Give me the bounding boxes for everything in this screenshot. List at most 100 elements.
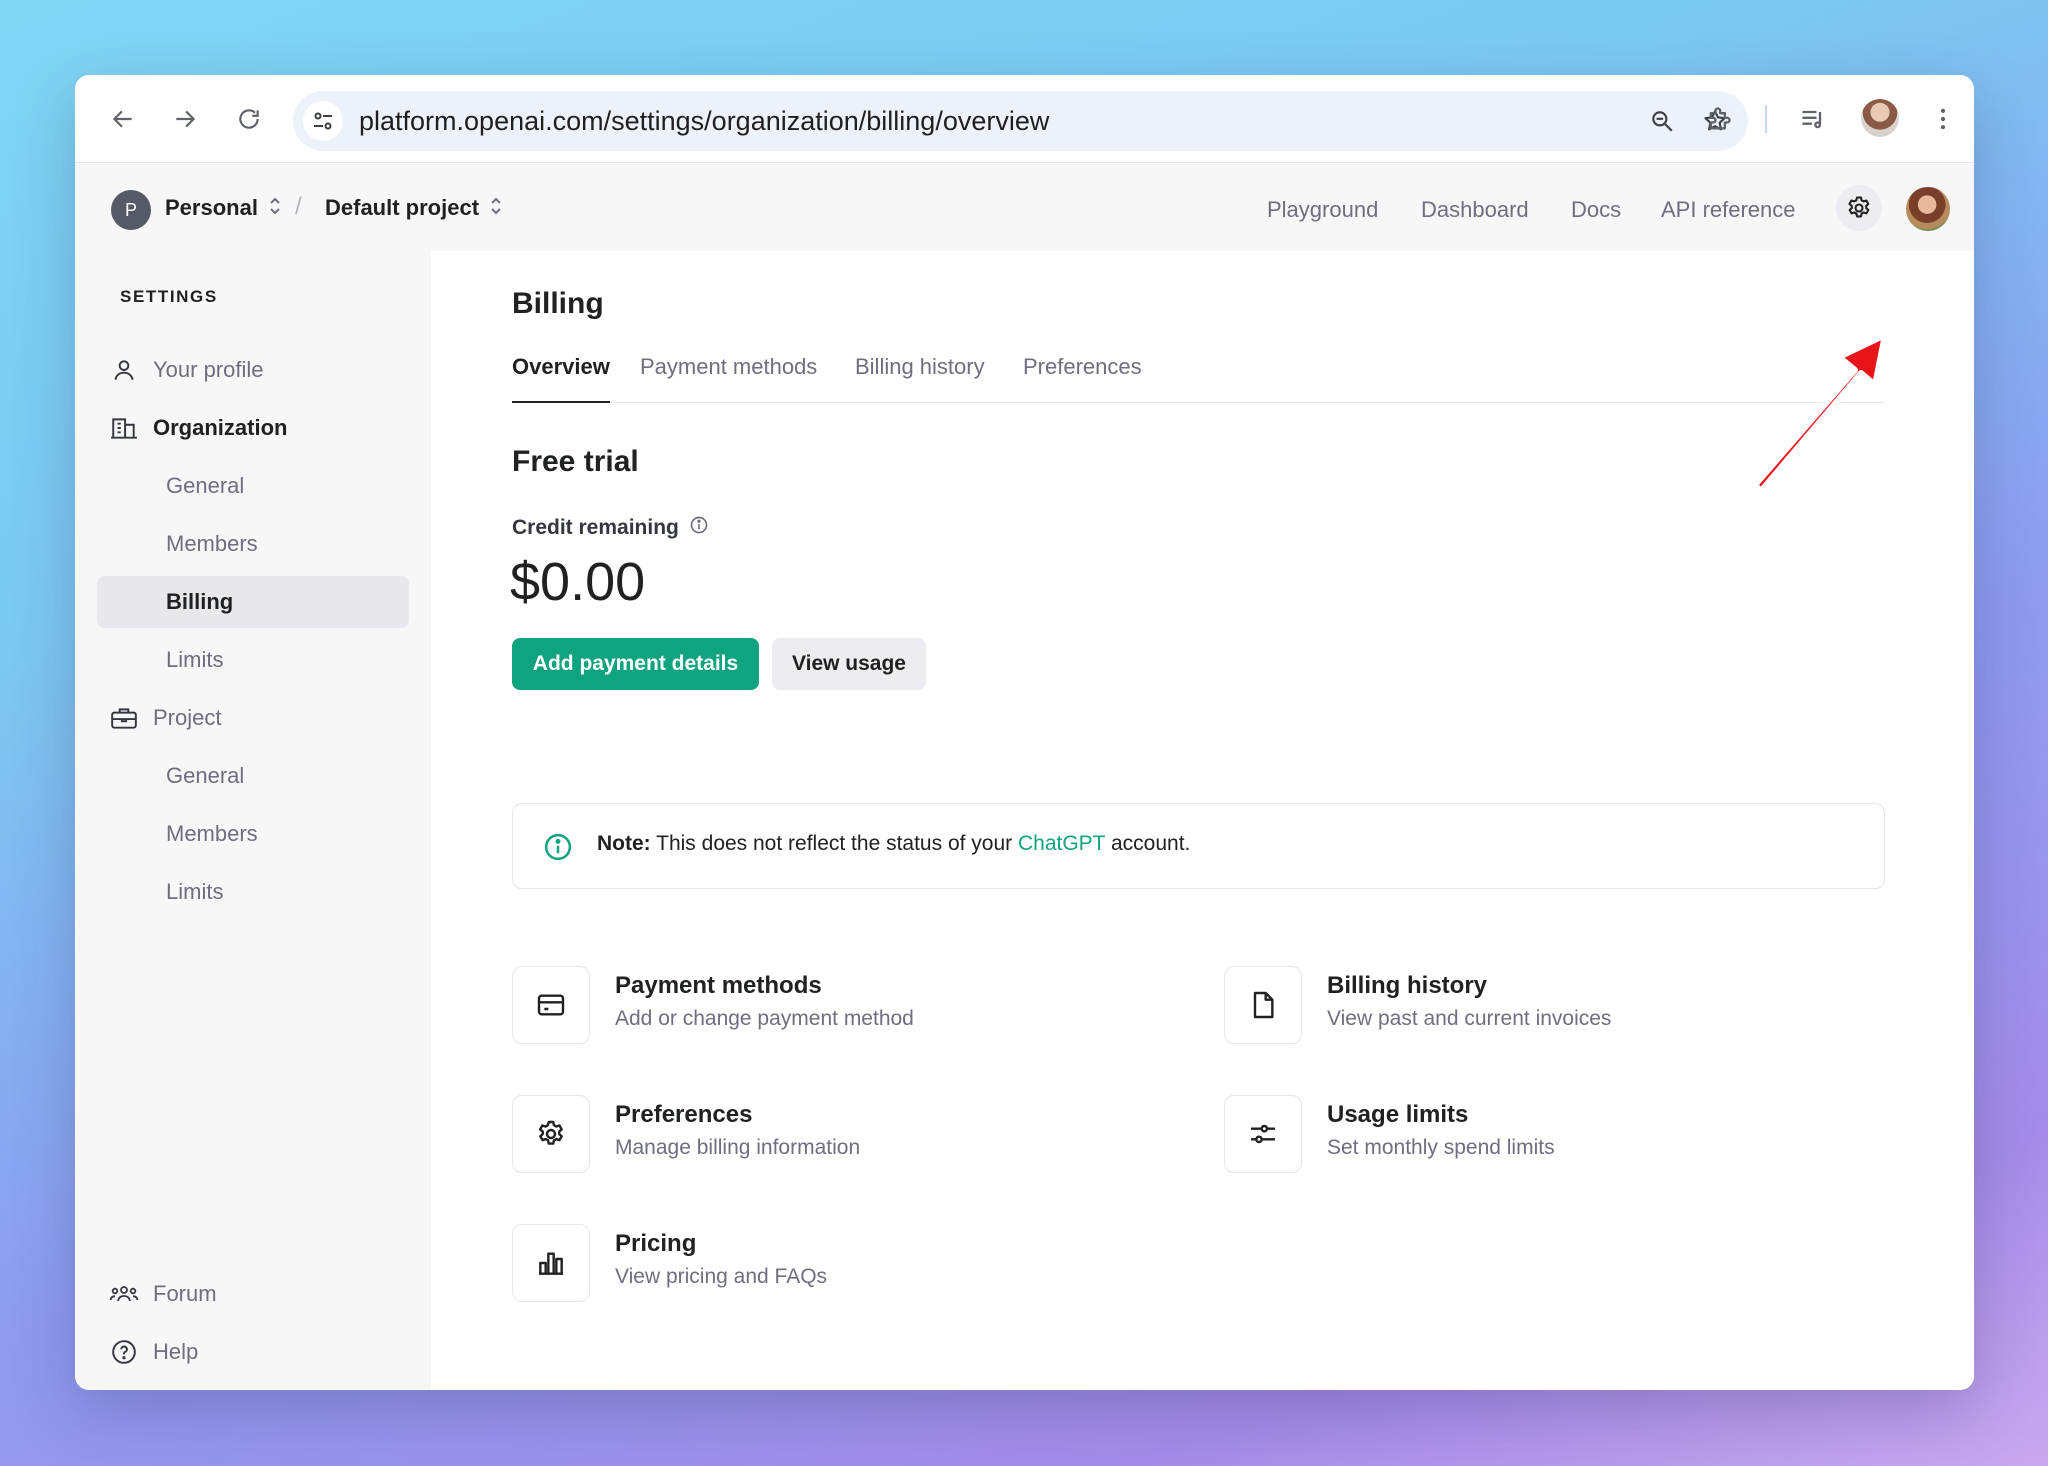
nav-playground[interactable]: Playground (1267, 197, 1378, 223)
card-billing-history[interactable]: Billing history View past and current in… (1224, 966, 1874, 1046)
chatgpt-link[interactable]: ChatGPT (1018, 832, 1105, 855)
briefcase-icon (107, 705, 141, 731)
card-desc: View past and current invoices (1327, 1007, 1612, 1030)
user-icon (107, 357, 141, 383)
card-title: Pricing (615, 1230, 697, 1257)
url-text: platform.openai.com/settings/organizatio… (359, 106, 1050, 136)
zoom-icon[interactable] (1645, 104, 1679, 138)
sidebar-item-label: Limits (166, 879, 224, 904)
card-desc: View pricing and FAQs (615, 1265, 828, 1288)
chevron-updown-icon (489, 196, 503, 221)
tab-payment-methods[interactable]: Payment methods (640, 351, 817, 403)
card-title: Preferences (615, 1101, 753, 1128)
app-header: P Personal / Default project Playground … (75, 163, 1974, 251)
sidebar-item-project[interactable]: Project (97, 692, 409, 744)
sidebar-item-help[interactable]: Help (97, 1326, 409, 1378)
billing-tabs: Overview Payment methods Billing history… (512, 351, 1885, 403)
sidebar-item-label: Help (153, 1339, 199, 1364)
reload-icon[interactable] (231, 101, 267, 137)
card-desc: Set monthly spend limits (1327, 1136, 1555, 1159)
project-name: Default project (325, 195, 480, 220)
sliders-icon (1224, 1095, 1302, 1173)
sidebar-item-project-limits[interactable]: Limits (97, 866, 409, 918)
settings-gear-button[interactable] (1836, 185, 1882, 231)
sidebar-heading: SETTINGS (120, 287, 218, 306)
org-avatar[interactable]: P (111, 190, 151, 230)
sidebar-item-label: Your profile (153, 357, 264, 382)
sidebar-item-label: Members (166, 531, 258, 556)
kebab-menu-icon[interactable] (1925, 101, 1961, 137)
media-controls-icon[interactable] (1795, 101, 1831, 137)
add-payment-details-button[interactable]: Add payment details (512, 638, 759, 690)
note-text-after: account. (1105, 832, 1191, 855)
help-circle-icon (107, 1339, 141, 1365)
note-text: Note: This does not reflect the status o… (597, 832, 1190, 856)
breadcrumb-separator: / (295, 193, 302, 220)
tab-preferences[interactable]: Preferences (1023, 351, 1142, 403)
toolbar-divider (1765, 105, 1767, 133)
sidebar-item-project-general[interactable]: General (97, 750, 409, 802)
note-text-before: This does not reflect the status of your (650, 832, 1018, 855)
browser-toolbar: platform.openai.com/settings/organizatio… (75, 75, 1974, 163)
sidebar-item-organization[interactable]: Organization (97, 402, 409, 454)
credit-label-text: Credit remaining (512, 516, 679, 539)
building-icon (107, 415, 141, 441)
card-desc: Manage billing information (615, 1136, 861, 1159)
sidebar-item-label: General (166, 763, 245, 788)
address-bar[interactable]: platform.openai.com/settings/organizatio… (293, 91, 1748, 151)
sidebar-item-forum[interactable]: Forum (97, 1268, 409, 1320)
sidebar-item-label: General (166, 473, 245, 498)
card-pricing[interactable]: Pricing View pricing and FAQs (512, 1224, 1162, 1304)
extensions-icon[interactable] (1701, 101, 1737, 137)
sidebar-item-label: Members (166, 821, 258, 846)
sidebar-item-label: Limits (166, 647, 224, 672)
sidebar-item-label: Billing (166, 589, 234, 614)
sidebar-item-label: Project (153, 705, 222, 730)
annotation-arrow (1752, 332, 1888, 494)
card-title: Billing history (1327, 972, 1488, 999)
tab-overview[interactable]: Overview (512, 351, 610, 403)
plan-title: Free trial (512, 445, 639, 478)
view-usage-button[interactable]: View usage (772, 638, 926, 690)
forward-arrow-icon[interactable] (167, 101, 203, 137)
sidebar-item-your-profile[interactable]: Your profile (97, 344, 409, 396)
back-arrow-icon[interactable] (105, 101, 141, 137)
card-payment-methods[interactable]: Payment methods Add or change payment me… (512, 966, 1162, 1046)
note-bold: Note: (597, 832, 651, 855)
credit-label: Credit remaining (512, 515, 709, 541)
credit-card-icon (512, 966, 590, 1044)
card-title: Usage limits (1327, 1101, 1469, 1128)
document-icon (1224, 966, 1302, 1044)
chevron-updown-icon (268, 196, 282, 221)
user-avatar[interactable] (1906, 187, 1950, 231)
bar-chart-icon (512, 1224, 590, 1302)
sidebar-item-org-limits[interactable]: Limits (97, 634, 409, 686)
sidebar-item-label: Organization (153, 415, 288, 440)
info-icon[interactable] (689, 515, 709, 541)
org-switcher[interactable]: Personal (165, 195, 282, 221)
site-settings-icon[interactable] (303, 101, 343, 141)
settings-sidebar: SETTINGS Your profile Organization Gener… (75, 251, 431, 1390)
card-usage-limits[interactable]: Usage limits Set monthly spend limits (1224, 1095, 1874, 1175)
card-title: Payment methods (615, 972, 822, 999)
card-desc: Add or change payment method (615, 1007, 914, 1030)
nav-docs[interactable]: Docs (1571, 197, 1621, 223)
card-preferences[interactable]: Preferences Manage billing information (512, 1095, 1162, 1175)
tab-billing-history[interactable]: Billing history (855, 351, 985, 403)
credit-value: $0.00 (510, 552, 646, 612)
note-banner: Note: This does not reflect the status o… (512, 803, 1885, 889)
sidebar-item-billing[interactable]: Billing (97, 576, 409, 628)
info-circle-icon (543, 832, 573, 867)
sidebar-item-org-members[interactable]: Members (97, 518, 409, 570)
profile-avatar[interactable] (1861, 99, 1899, 137)
project-switcher[interactable]: Default project (325, 195, 503, 221)
sidebar-item-org-general[interactable]: General (97, 460, 409, 512)
sidebar-item-project-members[interactable]: Members (97, 808, 409, 860)
nav-dashboard[interactable]: Dashboard (1421, 197, 1529, 223)
page-title: Billing (512, 287, 604, 320)
sidebar-item-label: Forum (153, 1281, 217, 1306)
browser-window: platform.openai.com/settings/organizatio… (75, 75, 1974, 1390)
nav-api-reference[interactable]: API reference (1661, 197, 1796, 223)
org-name: Personal (165, 195, 258, 220)
gear-icon (1848, 196, 1870, 218)
